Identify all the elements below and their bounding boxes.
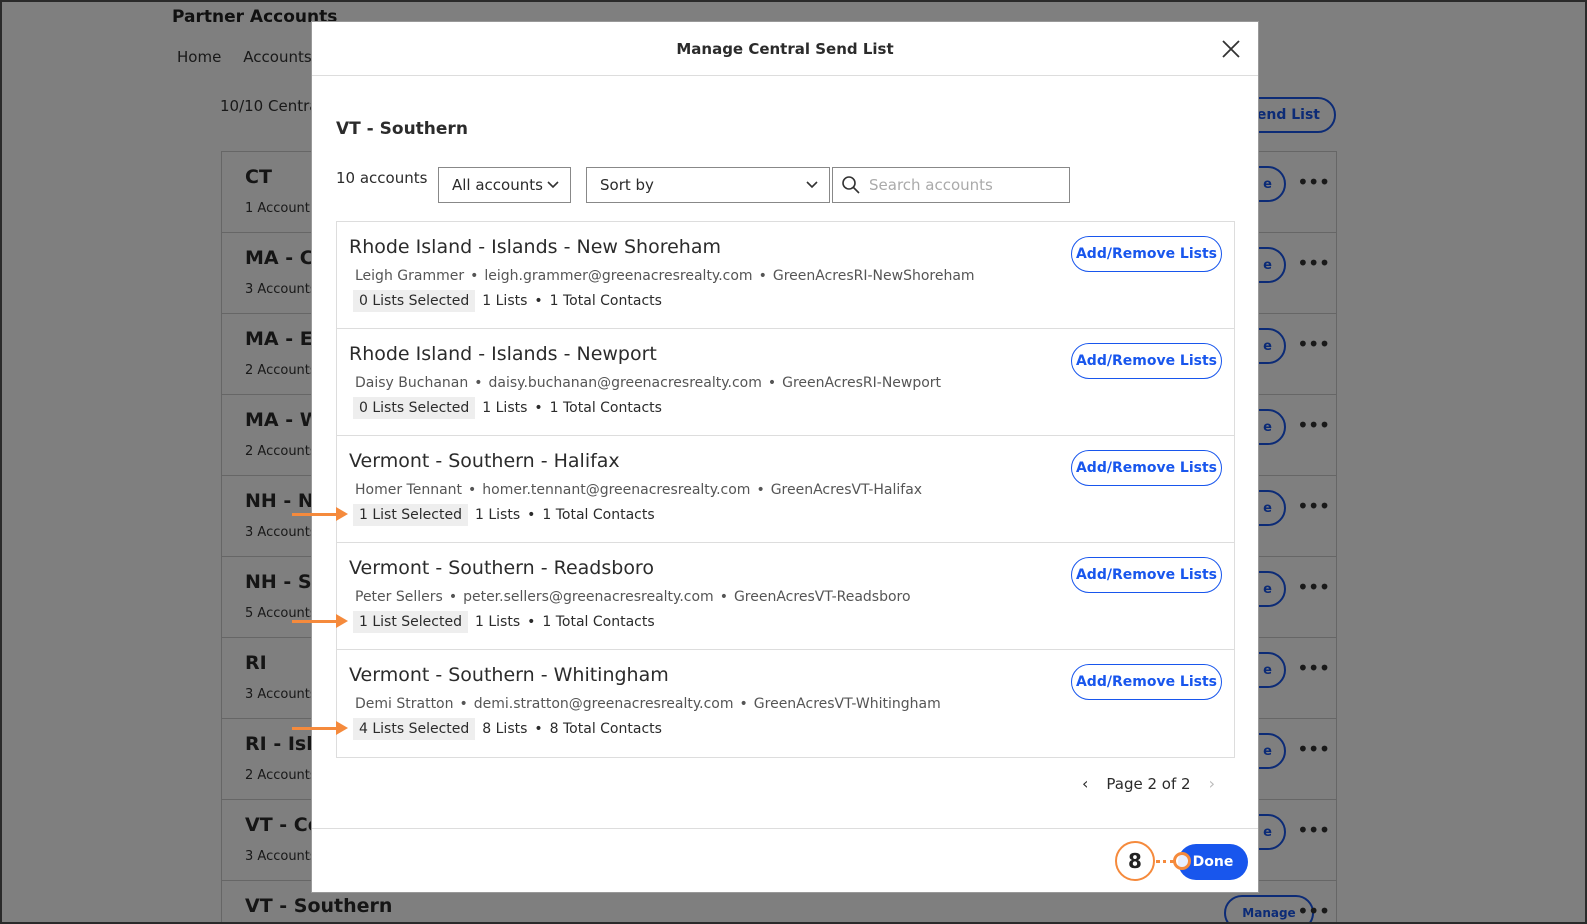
manage-send-list-modal: Manage Central Send List VT - Southern 1… <box>311 21 1259 893</box>
lists-selected-badge: 4 Lists Selected <box>353 718 476 740</box>
account-stats: 1 List Selected 1 Lists • 1 Total Contacts <box>353 611 655 633</box>
account-meta: Homer Tennant • homer.tennant@greenacresre… <box>355 482 922 498</box>
list-item: Vermont - Southern - Whitingham Demi Str… <box>337 650 1234 757</box>
contact-name: Homer Tennant <box>355 482 463 498</box>
modal-header: Manage Central Send List <box>312 22 1258 76</box>
account-username: GreenAcresVT-Readsboro <box>733 589 911 605</box>
add-remove-lists-button[interactable]: Add/Remove Lists <box>1071 664 1222 700</box>
search-icon <box>842 176 860 194</box>
add-remove-lists-button[interactable]: Add/Remove Lists <box>1071 236 1222 272</box>
account-username: GreenAcresVT-Whitingham <box>753 696 941 712</box>
list-count: 1 Lists <box>474 507 521 523</box>
list-count: 1 Lists <box>482 293 528 309</box>
add-remove-lists-button[interactable]: Add/Remove Lists <box>1071 450 1222 486</box>
chevron-down-icon <box>547 181 559 189</box>
annotation-arrow <box>292 614 348 628</box>
contact-count: 1 Total Contacts <box>542 507 655 523</box>
contact-email: leigh.grammer@greenacresrealty.com <box>484 268 753 284</box>
separator: • <box>719 589 728 605</box>
section-title: VT - Southern <box>336 119 468 139</box>
account-stats: 0 Lists Selected 1 Lists • 1 Total Contacts <box>353 397 662 419</box>
search-input[interactable] <box>869 176 1059 194</box>
lists-selected-badge: 1 List Selected <box>353 504 468 526</box>
separator: • <box>448 589 458 605</box>
lists-selected-badge: 1 List Selected <box>353 611 468 633</box>
account-stats: 4 Lists Selected 8 Lists • 8 Total Contacts <box>353 718 662 740</box>
account-count: 10 accounts <box>336 169 428 187</box>
sort-label: Sort by <box>600 176 654 194</box>
contact-email: daisy.buchanan@greenacresrealty.com <box>488 375 762 391</box>
annotation-arrow <box>292 507 348 521</box>
separator: • <box>470 268 479 284</box>
separator: • <box>534 400 543 416</box>
account-meta: Leigh Grammer • leigh.grammer@greenacresre… <box>355 268 975 284</box>
separator: • <box>739 696 748 712</box>
account-name: Rhode Island - Islands - New Shoreham <box>349 236 721 258</box>
contact-name: Peter Sellers <box>355 589 443 605</box>
close-icon[interactable] <box>1220 38 1242 60</box>
modal-title: Manage Central Send List <box>676 40 894 58</box>
separator: • <box>527 507 536 523</box>
account-name: Vermont - Southern - Halifax <box>349 450 620 472</box>
account-list: Rhode Island - Islands - New Shoreham Le… <box>336 221 1235 758</box>
step-number-badge: 8 <box>1115 841 1155 881</box>
add-remove-lists-button[interactable]: Add/Remove Lists <box>1071 343 1222 379</box>
separator: • <box>767 375 777 391</box>
account-name: Vermont - Southern - Whitingham <box>349 664 669 686</box>
account-filter-select[interactable]: All accounts <box>438 167 571 203</box>
contact-name: Leigh Grammer <box>355 268 465 284</box>
account-meta: Daisy Buchanan • daisy.buchanan@greenacres… <box>355 375 941 391</box>
account-meta: Demi Stratton • demi.stratton@greenacresre… <box>355 696 941 712</box>
account-meta: Peter Sellers • peter.sellers@greenacresre… <box>355 589 911 605</box>
contact-email: homer.tennant@greenacresrealty.com <box>482 482 751 498</box>
contact-count: 1 Total Contacts <box>549 400 662 416</box>
account-filter-value: All accounts <box>452 176 543 194</box>
chevron-down-icon <box>806 181 818 189</box>
account-username: GreenAcresRI-Newport <box>782 375 942 391</box>
annotation-connector <box>1156 860 1174 863</box>
separator: • <box>534 721 543 737</box>
list-count: 1 Lists <box>474 614 521 630</box>
separator: • <box>468 482 477 498</box>
prev-page-icon[interactable]: ‹ <box>1082 774 1088 793</box>
sort-select[interactable]: Sort by <box>586 167 830 203</box>
list-item: Vermont - Southern - Readsboro Peter Sel… <box>337 543 1234 650</box>
list-count: 8 Lists <box>482 721 528 737</box>
contact-email: peter.sellers@greenacresrealty.com <box>463 589 714 605</box>
list-item: Vermont - Southern - Halifax Homer Tenna… <box>337 436 1234 543</box>
contact-name: Demi Stratton <box>355 696 454 712</box>
add-remove-lists-button[interactable]: Add/Remove Lists <box>1071 557 1222 593</box>
lists-selected-badge: 0 Lists Selected <box>353 397 476 419</box>
contact-count: 1 Total Contacts <box>542 614 655 630</box>
contact-count: 8 Total Contacts <box>549 721 662 737</box>
contact-email: demi.stratton@greenacresrealty.com <box>473 696 734 712</box>
search-field[interactable] <box>832 167 1070 203</box>
list-item: Rhode Island - Islands - New Shoreham Le… <box>337 222 1234 329</box>
list-count: 1 Lists <box>482 400 528 416</box>
contact-count: 1 Total Contacts <box>549 293 662 309</box>
account-username: GreenAcresRI-NewShoreham <box>772 268 975 284</box>
next-page-icon[interactable]: › <box>1209 774 1215 793</box>
annotation-target-ring <box>1173 852 1191 870</box>
separator: • <box>534 293 543 309</box>
pagination: ‹ Page 2 of 2 › <box>1082 774 1215 793</box>
account-name: Rhode Island - Islands - Newport <box>349 343 657 365</box>
separator: • <box>474 375 483 391</box>
lists-selected-badge: 0 Lists Selected <box>353 290 476 312</box>
annotation-arrow <box>292 721 348 735</box>
account-stats: 0 Lists Selected 1 Lists • 1 Total Contacts <box>353 290 662 312</box>
page-indicator: Page 2 of 2 <box>1106 774 1191 793</box>
separator: • <box>527 614 536 630</box>
list-item: Rhode Island - Islands - Newport Daisy B… <box>337 329 1234 436</box>
contact-name: Daisy Buchanan <box>355 375 469 391</box>
separator: • <box>756 482 765 498</box>
account-name: Vermont - Southern - Readsboro <box>349 557 654 579</box>
account-stats: 1 List Selected 1 Lists • 1 Total Contacts <box>353 504 655 526</box>
account-username: GreenAcresVT-Halifax <box>770 482 923 498</box>
separator: • <box>459 696 468 712</box>
filter-bar: 10 accounts All accounts Sort by <box>336 167 1070 203</box>
separator: • <box>758 268 767 284</box>
